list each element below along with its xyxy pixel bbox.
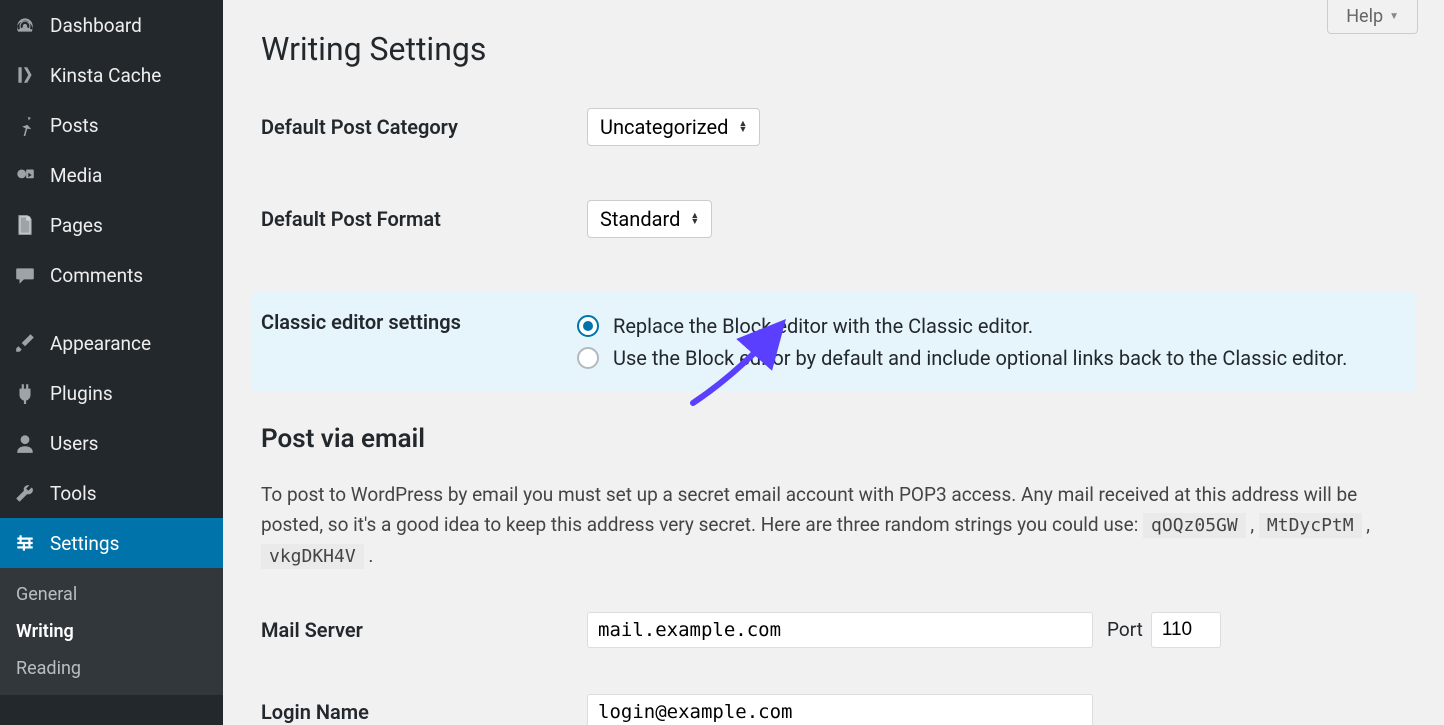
submenu-item-reading[interactable]: Reading xyxy=(0,650,223,687)
content-area: Help Writing Settings Default Post Categ… xyxy=(223,0,1444,725)
sidebar-item-posts[interactable]: Posts xyxy=(0,100,223,150)
radio-option-label: Replace the Block editor with the Classi… xyxy=(613,314,1033,338)
sidebar-item-kinsta-cache[interactable]: Kinsta Cache xyxy=(0,50,223,100)
random-string-2: MtDycPtM xyxy=(1259,513,1362,538)
sidebar-item-appearance[interactable]: Appearance xyxy=(0,318,223,368)
radio-replace-block-editor[interactable]: Replace the Block editor with the Classi… xyxy=(577,310,1415,342)
sidebar-item-pages[interactable]: Pages xyxy=(0,200,223,250)
sidebar-item-label: Appearance xyxy=(50,332,151,355)
classic-editor-label: Classic editor settings xyxy=(251,310,577,334)
page-icon xyxy=(12,212,38,238)
sidebar-item-label: Comments xyxy=(50,264,143,287)
settings-icon xyxy=(12,530,38,556)
sidebar-item-settings[interactable]: Settings xyxy=(0,518,223,568)
sidebar-item-comments[interactable]: Comments xyxy=(0,250,223,300)
radio-icon xyxy=(577,347,599,369)
post-via-email-heading: Post via email xyxy=(261,424,1416,454)
default-format-label: Default Post Format xyxy=(261,207,587,231)
sidebar-item-label: Plugins xyxy=(50,382,113,405)
sidebar-item-label: Tools xyxy=(50,482,97,505)
comment-icon xyxy=(12,262,38,288)
post-via-email-description: To post to WordPress by email you must s… xyxy=(261,480,1416,572)
submenu-item-general[interactable]: General xyxy=(0,576,223,613)
sidebar-item-tools[interactable]: Tools xyxy=(0,468,223,518)
login-name-input[interactable] xyxy=(587,694,1093,725)
random-string-3: vkgDKH4V xyxy=(261,544,364,569)
login-name-label: Login Name xyxy=(261,700,587,724)
page-title: Writing Settings xyxy=(261,30,1416,68)
default-format-select[interactable]: Standard ▲▼ xyxy=(587,200,712,238)
sidebar-item-media[interactable]: Media xyxy=(0,150,223,200)
wrench-icon xyxy=(12,480,38,506)
classic-editor-settings-row: Classic editor settings Replace the Bloc… xyxy=(251,292,1415,392)
admin-sidebar: Dashboard Kinsta Cache Posts Media Pages… xyxy=(0,0,223,725)
radio-use-block-editor-default[interactable]: Use the Block editor by default and incl… xyxy=(577,342,1415,374)
radio-option-label: Use the Block editor by default and incl… xyxy=(613,346,1347,370)
kinsta-icon xyxy=(12,62,38,88)
select-caret-icon: ▲▼ xyxy=(738,121,747,133)
default-category-value: Uncategorized xyxy=(600,115,728,139)
default-category-label: Default Post Category xyxy=(261,115,587,139)
sidebar-item-label: Pages xyxy=(50,214,103,237)
sidebar-item-label: Users xyxy=(50,432,98,455)
sidebar-item-dashboard[interactable]: Dashboard xyxy=(0,0,223,50)
sidebar-item-label: Media xyxy=(50,164,102,187)
radio-icon xyxy=(577,315,599,337)
help-label: Help xyxy=(1346,6,1383,27)
settings-submenu: General Writing Reading xyxy=(0,568,223,695)
submenu-item-writing[interactable]: Writing xyxy=(0,613,223,650)
plugin-icon xyxy=(12,380,38,406)
random-string-1: qOQz05GW xyxy=(1143,513,1246,538)
mail-server-input[interactable] xyxy=(587,612,1093,648)
port-input[interactable] xyxy=(1151,612,1221,648)
sidebar-item-label: Posts xyxy=(50,114,99,137)
sidebar-item-plugins[interactable]: Plugins xyxy=(0,368,223,418)
help-toggle[interactable]: Help xyxy=(1327,0,1418,34)
sidebar-item-label: Dashboard xyxy=(50,14,142,37)
default-format-value: Standard xyxy=(600,207,680,231)
port-label: Port xyxy=(1107,618,1143,641)
sidebar-item-users[interactable]: Users xyxy=(0,418,223,468)
brush-icon xyxy=(12,330,38,356)
pin-icon xyxy=(12,112,38,138)
default-category-select[interactable]: Uncategorized ▲▼ xyxy=(587,108,760,146)
user-icon xyxy=(12,430,38,456)
mail-server-label: Mail Server xyxy=(261,618,587,642)
sidebar-item-label: Kinsta Cache xyxy=(50,64,161,87)
select-caret-icon: ▲▼ xyxy=(690,213,699,225)
dashboard-icon xyxy=(12,12,38,38)
media-icon xyxy=(12,162,38,188)
sidebar-item-label: Settings xyxy=(50,532,119,555)
